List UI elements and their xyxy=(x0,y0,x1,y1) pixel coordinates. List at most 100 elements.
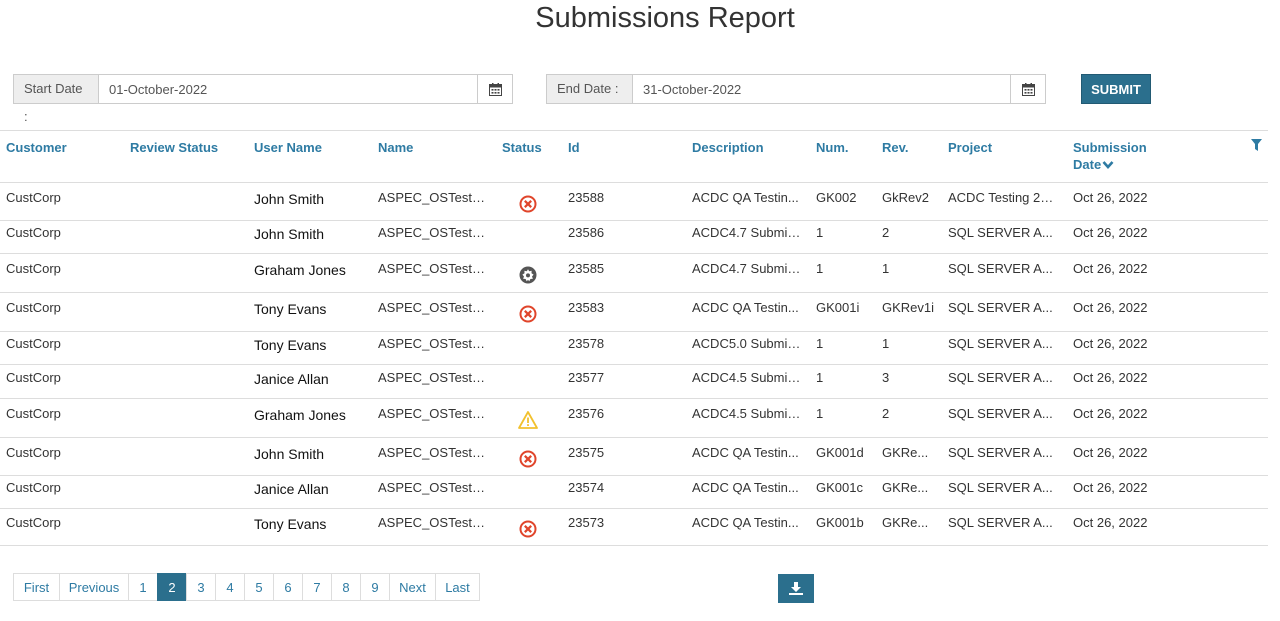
page-number-button[interactable]: 5 xyxy=(244,573,274,601)
cell-num: 1 xyxy=(816,225,824,240)
cell-date: Oct 26, 2022 xyxy=(1073,406,1148,421)
submissions-table: Customer Review Status User Name Name St… xyxy=(0,130,1268,546)
cell-customer: CustCorp xyxy=(6,445,61,460)
column-header-num[interactable]: Num. xyxy=(816,139,849,156)
column-header-project[interactable]: Project xyxy=(948,139,992,156)
error-circle-icon xyxy=(519,195,537,213)
cell-name: ASPEC_OSTest_... xyxy=(378,261,488,276)
download-icon xyxy=(789,582,803,595)
funnel-icon[interactable] xyxy=(1251,139,1262,151)
start-date-group: Start Date : xyxy=(13,74,513,124)
table-row[interactable]: CustCorp Tony Evans ASPEC_OSTest_... 23573 A… xyxy=(0,509,1268,546)
table-header: Customer Review Status User Name Name St… xyxy=(0,131,1268,183)
cell-date: Oct 26, 2022 xyxy=(1073,261,1148,276)
cell-num: 1 xyxy=(816,261,824,276)
status-indicator[interactable] xyxy=(518,410,538,429)
cell-id: 23576 xyxy=(568,406,605,421)
page-number-button[interactable]: 7 xyxy=(302,573,332,601)
cell-user-name: Graham Jones xyxy=(254,407,346,423)
error-circle-icon xyxy=(519,305,537,323)
table-body: CustCorp John Smith ASPEC_OSTest_... 23588 A… xyxy=(0,183,1268,546)
cell-user-name: Janice Allan xyxy=(254,371,329,387)
page-last-button[interactable]: Last xyxy=(435,573,480,601)
cell-date: Oct 26, 2022 xyxy=(1073,370,1148,385)
column-header-id[interactable]: Id xyxy=(568,139,580,156)
page-number-button[interactable]: 8 xyxy=(331,573,361,601)
cell-user-name: Janice Allan xyxy=(254,481,329,497)
table-row[interactable]: CustCorp Janice Allan ASPEC_OSTest_... 2357… xyxy=(0,476,1268,509)
column-header-status[interactable]: Status xyxy=(502,139,542,156)
cell-description: ACDC4.5 Submis... xyxy=(692,406,802,421)
submit-button[interactable]: SUBMIT xyxy=(1081,74,1151,104)
status-indicator[interactable] xyxy=(518,265,537,284)
table-row[interactable]: CustCorp John Smith ASPEC_OSTest_... 23588 A… xyxy=(0,183,1268,221)
cell-project: SQL SERVER A... xyxy=(948,300,1053,315)
column-header-description[interactable]: Description xyxy=(692,139,764,156)
status-indicator[interactable] xyxy=(518,449,537,468)
start-date-calendar-button[interactable] xyxy=(478,74,513,104)
cell-name: ASPEC_OSTest_... xyxy=(378,300,488,315)
column-header-review-status[interactable]: Review Status xyxy=(130,139,218,156)
status-indicator[interactable] xyxy=(518,194,537,213)
table-row[interactable]: CustCorp John Smith ASPEC_OSTest_... 23586 A… xyxy=(0,221,1268,254)
end-date-group: End Date : xyxy=(546,74,1046,104)
cell-customer: CustCorp xyxy=(6,406,61,421)
cell-customer: CustCorp xyxy=(6,515,61,530)
cell-name: ASPEC_OSTest_... xyxy=(378,445,488,460)
cell-name: ASPEC_OSTest_... xyxy=(378,515,488,530)
page-previous-button[interactable]: Previous xyxy=(59,573,129,601)
cell-date: Oct 26, 2022 xyxy=(1073,515,1148,530)
cell-date: Oct 26, 2022 xyxy=(1073,225,1148,240)
download-button[interactable] xyxy=(778,574,814,603)
table-row[interactable]: CustCorp Graham Jones ASPEC_OSTest_... 2358… xyxy=(0,254,1268,293)
cell-description: ACDC4.5 Submis... xyxy=(692,370,802,385)
end-date-label: End Date : xyxy=(546,74,632,104)
table-row[interactable]: CustCorp Tony Evans ASPEC_OSTest_... 23578 A… xyxy=(0,332,1268,365)
error-circle-icon xyxy=(519,520,537,538)
chevron-down-icon[interactable] xyxy=(1102,160,1114,170)
column-header-name[interactable]: Name xyxy=(378,139,413,156)
end-date-calendar-button[interactable] xyxy=(1011,74,1046,104)
cell-project: SQL SERVER A... xyxy=(948,445,1053,460)
table-row[interactable]: CustCorp Graham Jones ASPEC_OSTest_... 2357… xyxy=(0,399,1268,438)
cell-id: 23583 xyxy=(568,300,605,315)
page-next-button[interactable]: Next xyxy=(389,573,436,601)
page-number-button[interactable]: 6 xyxy=(273,573,303,601)
table-row[interactable]: CustCorp John Smith ASPEC_OSTest_... 23575 A… xyxy=(0,438,1268,476)
cell-rev: GKRe... xyxy=(882,480,929,495)
page-number-button[interactable]: 4 xyxy=(215,573,245,601)
cell-rev: 1 xyxy=(882,261,890,276)
end-date-input[interactable] xyxy=(632,74,1011,104)
cell-rev: GKRe... xyxy=(882,445,929,460)
cell-id: 23588 xyxy=(568,190,605,205)
page-number-button[interactable]: 3 xyxy=(186,573,216,601)
page-number-button[interactable]: 2 xyxy=(157,573,187,601)
cell-description: ACDC4.7 Submis... xyxy=(692,225,802,240)
cell-id: 23578 xyxy=(568,336,605,351)
column-header-customer[interactable]: Customer xyxy=(6,139,67,156)
cell-project: SQL SERVER A... xyxy=(948,406,1053,421)
page-first-button[interactable]: First xyxy=(13,573,60,601)
page-number-button[interactable]: 1 xyxy=(128,573,158,601)
status-indicator[interactable] xyxy=(518,519,537,538)
cell-project: SQL SERVER A... xyxy=(948,370,1053,385)
pagination: First Previous 123456789 Next Last xyxy=(13,573,480,601)
column-header-rev[interactable]: Rev. xyxy=(882,139,909,156)
cell-user-name: John Smith xyxy=(254,191,325,207)
column-header-submission-date[interactable]: Submission Date xyxy=(1073,139,1147,173)
start-date-label: Start Date : xyxy=(13,74,98,124)
cell-num: 1 xyxy=(816,370,824,385)
table-row[interactable]: CustCorp Tony Evans ASPEC_OSTest_... 23583 A… xyxy=(0,293,1268,332)
start-date-input[interactable] xyxy=(98,74,478,104)
cell-id: 23577 xyxy=(568,370,605,385)
cell-name: ASPEC_OSTest_... xyxy=(378,406,488,421)
column-header-user-name[interactable]: User Name xyxy=(254,139,322,156)
calendar-icon xyxy=(488,82,502,96)
cell-id: 23585 xyxy=(568,261,605,276)
page-number-button[interactable]: 9 xyxy=(360,573,390,601)
cell-customer: CustCorp xyxy=(6,225,61,240)
status-indicator[interactable] xyxy=(518,304,537,323)
cell-user-name: John Smith xyxy=(254,446,325,462)
table-row[interactable]: CustCorp Janice Allan ASPEC_OSTest_... 2357… xyxy=(0,365,1268,399)
submission-date-label-line2: Date xyxy=(1073,157,1102,172)
